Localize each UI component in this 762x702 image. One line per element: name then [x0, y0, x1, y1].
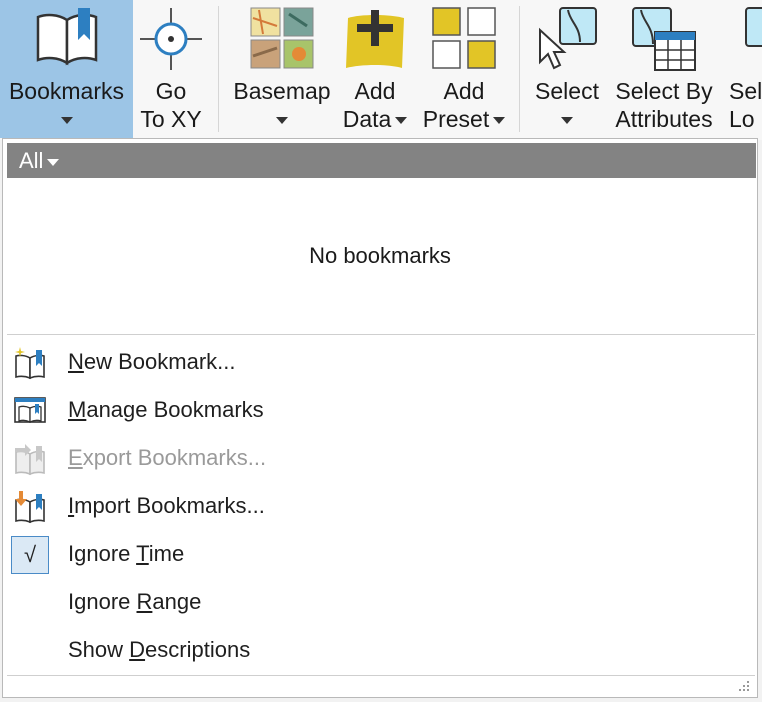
manage-bookmarks-menu-item[interactable]: Manage Bookmarks [7, 388, 755, 434]
select-by-location-label-1: Sele [729, 78, 762, 104]
dropdown-arrow-icon [47, 158, 60, 166]
go-to-xy-button[interactable]: Go To XY [133, 0, 209, 138]
new-bookmark-menu-item[interactable]: New Bookmark... [7, 340, 755, 386]
bookmarks-book-icon [34, 6, 100, 72]
select-by-location-button[interactable]: Sele Lo [726, 0, 762, 138]
ignore-range-label: Ignore Range [68, 589, 202, 614]
bookmark-filter-dropdown[interactable]: All [19, 148, 60, 174]
menu-divider [7, 675, 755, 676]
import-bookmarks-label: Import Bookmarks... [68, 493, 265, 518]
go-to-xy-label-1: Go [155, 78, 187, 104]
ignore-range-menu-item[interactable]: Ignore Range [7, 580, 755, 626]
add-preset-grid-icon [431, 6, 497, 76]
bookmark-filter-bar: All [7, 143, 756, 178]
go-to-xy-label-2: To XY [140, 106, 202, 132]
attribute-table-icon [629, 6, 699, 78]
show-descriptions-menu-item[interactable]: Show Descriptions [7, 628, 755, 674]
ribbon-toolbar: Bookmarks Go To XY Basemap Add Data Add … [0, 0, 762, 140]
export-bookmarks-icon [13, 442, 47, 476]
show-descriptions-label: Show Descriptions [68, 637, 251, 662]
select-cursor-icon [534, 6, 600, 78]
ribbon-separator [519, 6, 520, 132]
select-by-location-label-2: Lo [729, 106, 755, 132]
select-label: Select [535, 78, 599, 104]
dropdown-arrow-icon [493, 117, 506, 125]
add-preset-label-1: Add [443, 78, 485, 104]
empty-bookmarks-message: No bookmarks [309, 243, 451, 268]
add-preset-label-2: Preset [422, 106, 490, 132]
import-bookmarks-menu-item[interactable]: Import Bookmarks... [7, 484, 755, 530]
dropdown-arrow-icon [561, 117, 573, 125]
crosshair-target-icon [138, 6, 204, 78]
select-by-attributes-label-2: Attributes [615, 106, 713, 132]
bookmarks-button[interactable]: Bookmarks [0, 0, 133, 138]
select-button[interactable]: Select [528, 0, 606, 138]
add-data-button[interactable]: Add Data [338, 0, 412, 138]
basemap-button[interactable]: Basemap [227, 0, 337, 138]
ignore-time-label: Ignore Time [68, 541, 185, 566]
select-by-attributes-label-1: Select By [615, 78, 713, 104]
export-bookmarks-label: Export Bookmarks... [68, 445, 267, 470]
resize-grip-icon[interactable] [737, 679, 751, 693]
add-data-plus-icon [340, 6, 410, 78]
ribbon-separator [218, 6, 219, 132]
manage-bookmarks-label: Manage Bookmarks [68, 397, 264, 422]
select-by-location-icon [744, 6, 762, 56]
manage-bookmarks-icon [13, 394, 47, 428]
dropdown-arrow-icon [395, 117, 408, 125]
menu-divider [7, 334, 755, 335]
bookmarks-dropdown-panel: All No bookmarks New Bookmark... Manage … [2, 138, 758, 698]
export-bookmarks-menu-item[interactable]: Export Bookmarks... [7, 436, 755, 482]
basemap-grid-icon [249, 6, 315, 76]
checkmark-icon: √ [11, 536, 49, 574]
add-preset-button[interactable]: Add Preset [418, 0, 510, 138]
add-data-label-1: Add [354, 78, 396, 104]
ignore-time-menu-item[interactable]: √ Ignore Time [7, 532, 755, 578]
select-by-attributes-button[interactable]: Select By Attributes [609, 0, 719, 138]
bookmark-filter-label: All [19, 148, 44, 173]
new-bookmark-label: New Bookmark... [68, 349, 236, 374]
basemap-label: Basemap [233, 78, 331, 104]
add-data-label-2: Data [342, 106, 392, 132]
new-bookmark-icon [13, 346, 47, 380]
dropdown-arrow-icon [276, 117, 288, 125]
bookmarks-label: Bookmarks [8, 78, 125, 104]
dropdown-arrow-icon [60, 117, 73, 125]
import-bookmarks-icon [13, 490, 47, 524]
